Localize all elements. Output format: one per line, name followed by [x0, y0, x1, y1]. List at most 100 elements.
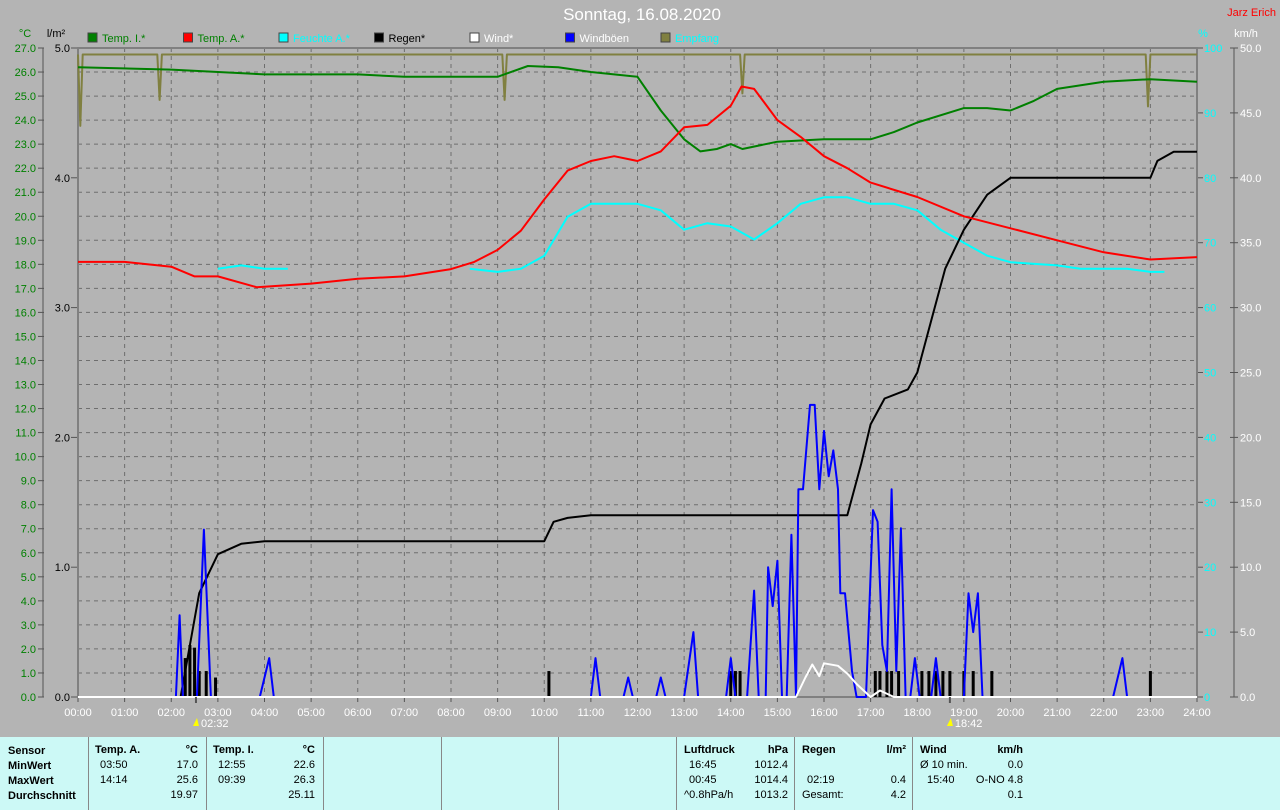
legend-label-3: Regen* [389, 33, 426, 45]
temp-tick-label: 5.0 [21, 572, 36, 584]
humidity-tick-label: 90 [1204, 108, 1216, 120]
x-tick-label: 09:00 [484, 707, 512, 719]
rain-bar [948, 671, 952, 697]
rain-bar [193, 647, 197, 697]
pressure-max-val: 1014.4 [754, 774, 788, 786]
stats-col-wind: Wind km/h Ø 10 min. 0.0 15:40 O-NO 4.8 0… [913, 737, 1025, 810]
label-avg: Durchschnitt [8, 790, 76, 802]
temp-tick-label: 0.0 [21, 692, 36, 704]
stats-col-rain: Regen l/m² 02:19 0.4 Gesamt: 4.2 [795, 737, 913, 810]
x-tick-label: 11:00 [578, 707, 605, 719]
x-tick-label: 02:00 [157, 707, 185, 719]
legend-swatch [183, 32, 193, 43]
rain-tick-label: 0.0 [55, 692, 70, 704]
wind-tick-label: 25.0 [1240, 368, 1261, 380]
temp-a-avg-val: 19.97 [170, 789, 198, 801]
temp-axis-unit: °C [19, 28, 31, 40]
x-tick-label: 16:00 [810, 707, 838, 719]
rain-bar [547, 671, 551, 697]
rain-bar [738, 671, 742, 697]
rain-bar [878, 671, 882, 697]
humidity-tick-label: 80 [1204, 173, 1216, 185]
wind-tick-label: 20.0 [1240, 432, 1261, 444]
temp-tick-label: 4.0 [21, 596, 36, 608]
temp-i-max-time: 09:39 [218, 774, 246, 786]
wind-tick-label: 40.0 [1240, 173, 1261, 185]
pressure-avg-val: 1013.2 [754, 789, 788, 801]
x-tick-label: 24:00 [1183, 707, 1211, 719]
rain-max-time: 02:19 [807, 774, 835, 786]
wind-tick-label: 45.0 [1240, 108, 1261, 120]
wind-title: Wind [920, 744, 947, 756]
pressure-title: Luftdruck [684, 744, 735, 756]
temp-tick-label: 16.0 [15, 307, 36, 319]
temp-i-title: Temp. I. [213, 744, 254, 756]
wind-tick-label: 0.0 [1240, 692, 1255, 704]
legend-swatch [565, 32, 575, 43]
wind-avg10-val: 0.0 [1007, 759, 1023, 771]
temp-tick-label: 22.0 [15, 163, 36, 175]
humidity-tick-label: 40 [1204, 432, 1216, 444]
rain-bar [897, 671, 901, 697]
stats-col-empty-1 [324, 737, 442, 810]
x-tick-label: 23:00 [1137, 707, 1165, 719]
wind-max-time: 15:40 [927, 774, 955, 786]
legend-swatch [660, 32, 671, 43]
temp-tick-label: 18.0 [15, 259, 36, 271]
temp-tick-label: 24.0 [15, 115, 36, 127]
wind-unit: km/h [997, 744, 1023, 756]
temp-tick-label: 6.0 [21, 548, 36, 560]
wind-tick-label: 5.0 [1240, 627, 1255, 639]
humidity-tick-label: 20 [1204, 562, 1216, 574]
x-tick-label: 04:00 [251, 707, 279, 719]
wind-max-val: O-NO 4.8 [975, 774, 1023, 786]
legend-swatch [87, 32, 98, 43]
temp-tick-label: 12.0 [15, 404, 36, 416]
rain-bar [1148, 671, 1152, 697]
temp-tick-label: 19.0 [15, 235, 36, 247]
temp-tick-label: 23.0 [15, 139, 36, 151]
legend-label-5: Windböen [580, 33, 630, 45]
wind-tick-label: 30.0 [1240, 303, 1261, 315]
x-tick-label: 05:00 [297, 707, 325, 719]
legend-label-4: Wind* [484, 33, 514, 45]
stats-col-temp-i: Temp. I. °C 12:55 22.6 09:39 26.3 25.11 [207, 737, 324, 810]
pressure-trend: ^0.8hPa/h [684, 789, 734, 801]
rain-title: Regen [802, 744, 836, 756]
temp-tick-label: 13.0 [15, 380, 36, 392]
pressure-unit: hPa [767, 744, 788, 756]
temp-i-unit: °C [302, 744, 315, 756]
rain-bar [890, 671, 894, 697]
stats-col-pressure: Luftdruck hPa 16:45 1012.4 00:45 1014.4 … [677, 737, 795, 810]
wind-axis-unit: km/h [1234, 28, 1258, 40]
rain-unit: l/m² [886, 744, 906, 756]
wind-avg-val: 0.1 [1007, 789, 1023, 801]
temp-tick-label: 25.0 [15, 91, 36, 103]
label-max: MaxWert [8, 775, 54, 787]
x-tick-label: 21:00 [1043, 707, 1071, 719]
temp-tick-label: 1.0 [21, 668, 36, 680]
humidity-tick-label: 10 [1204, 627, 1216, 639]
wind-tick-label: 50.0 [1240, 43, 1261, 55]
rain-tick-label: 5.0 [55, 43, 70, 55]
x-tick-label: 14:00 [717, 707, 745, 719]
temp-tick-label: 14.0 [15, 355, 36, 367]
rain-bar [204, 671, 208, 697]
rain-tick-label: 1.0 [55, 562, 70, 574]
rain-bar [990, 671, 994, 697]
humidity-tick-label: 0 [1204, 692, 1210, 704]
series-line-feuchte-a- [469, 196, 1165, 273]
temp-a-unit: °C [185, 744, 198, 756]
pressure-max-time: 00:45 [689, 774, 717, 786]
rain-bar [920, 671, 924, 697]
temp-tick-label: 15.0 [15, 331, 36, 343]
humidity-axis-unit: % [1198, 28, 1208, 40]
temp-i-min-val: 22.6 [293, 759, 315, 771]
label-min: MinWert [8, 760, 52, 772]
x-tick-label: 08:00 [437, 707, 465, 719]
sunrise-time: 02:32 [201, 718, 229, 730]
stats-col-empty-2 [442, 737, 559, 810]
x-tick-label: 12:00 [624, 707, 652, 719]
temp-tick-label: 3.0 [21, 620, 36, 632]
wind-tick-label: 10.0 [1240, 562, 1261, 574]
